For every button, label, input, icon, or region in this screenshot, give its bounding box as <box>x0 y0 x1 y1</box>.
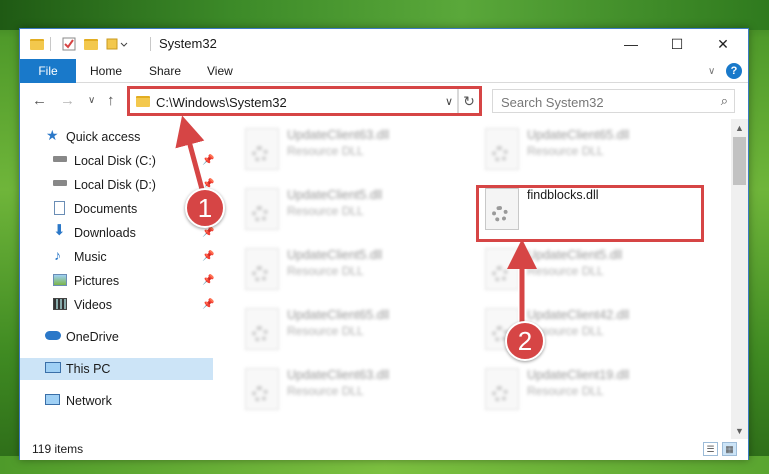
arrow-1 <box>175 115 206 194</box>
annotation-arrows <box>175 115 537 325</box>
step-2-badge: 2 <box>505 321 545 361</box>
step-1-badge: 1 <box>185 188 225 228</box>
